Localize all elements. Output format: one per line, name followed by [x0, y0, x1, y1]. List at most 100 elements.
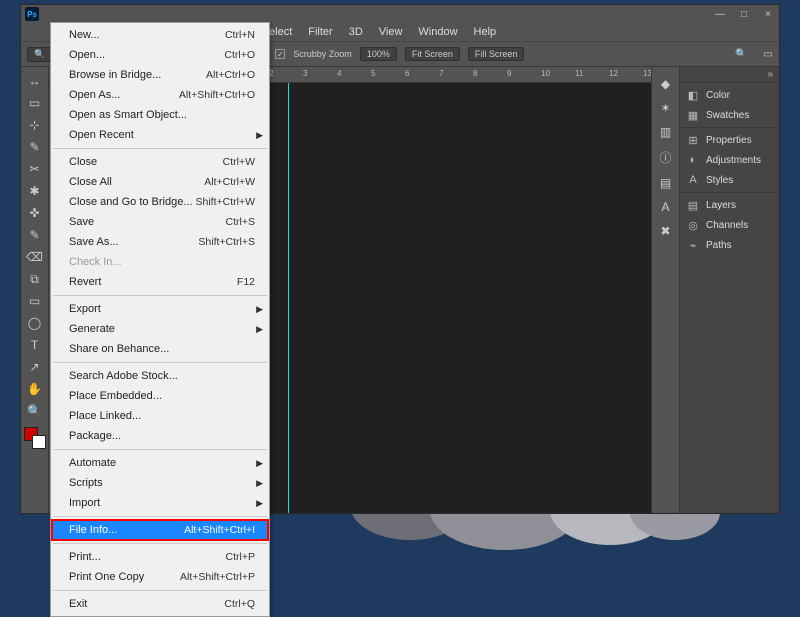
- zoom-pct-button[interactable]: 100%: [360, 47, 397, 61]
- menu-item-revert[interactable]: RevertF12: [51, 272, 269, 292]
- rail-icon-0[interactable]: ◆: [661, 77, 670, 91]
- menu-item-file-info[interactable]: File Info...Alt+Shift+Ctrl+I: [51, 520, 269, 540]
- menu-item-place-linked[interactable]: Place Linked...: [51, 406, 269, 426]
- menu-help[interactable]: Help: [466, 24, 505, 40]
- menu-item-close-and-go-to-bridge[interactable]: Close and Go to Bridge...Shift+Ctrl+W: [51, 192, 269, 212]
- menu-view[interactable]: View: [371, 24, 411, 40]
- menu-item-open-as[interactable]: Open As...Alt+Shift+Ctrl+O: [51, 85, 269, 105]
- menu-item-automate[interactable]: Automate▶: [51, 453, 269, 473]
- menu-item-browse-in-bridge[interactable]: Browse in Bridge...Alt+Ctrl+O: [51, 65, 269, 85]
- layers-icon: ▤: [686, 198, 700, 212]
- menu-item-open[interactable]: Open...Ctrl+O: [51, 45, 269, 65]
- menu-item-share-on-behance[interactable]: Share on Behance...: [51, 339, 269, 359]
- menu-separator: [53, 543, 267, 544]
- tool-8[interactable]: ⌫: [24, 247, 46, 267]
- panel-channels[interactable]: ◎Channels: [680, 215, 779, 235]
- background-color[interactable]: [32, 435, 46, 449]
- tool-14[interactable]: ✋: [24, 379, 46, 399]
- menu-filter[interactable]: Filter: [300, 24, 340, 40]
- ruler-mark: 5: [371, 69, 375, 78]
- menu-item-shortcut: Alt+Shift+Ctrl+O: [179, 88, 255, 102]
- tool-2[interactable]: ⊹: [24, 115, 46, 135]
- fill-screen-button[interactable]: Fill Screen: [468, 47, 525, 61]
- panel-label: Swatches: [706, 110, 749, 121]
- menu-item-label: Check In...: [69, 255, 255, 269]
- tool-4[interactable]: ✂: [24, 159, 46, 179]
- rail-icon-5[interactable]: A: [661, 200, 669, 214]
- titlebar: Ps — □ ×: [21, 5, 779, 23]
- color-chips[interactable]: [24, 427, 46, 449]
- menu-item-place-embedded[interactable]: Place Embedded...: [51, 386, 269, 406]
- menu-item-save[interactable]: SaveCtrl+S: [51, 212, 269, 232]
- rail-icon-4[interactable]: ▤: [660, 176, 671, 190]
- tool-7[interactable]: ✎: [24, 225, 46, 245]
- panel-color[interactable]: ◧Color: [680, 85, 779, 105]
- tool-9[interactable]: ⧉: [24, 269, 46, 289]
- panel-layers[interactable]: ▤Layers: [680, 195, 779, 215]
- menu-item-label: Package...: [69, 429, 255, 443]
- tool-10[interactable]: ▭: [24, 291, 46, 311]
- close-button[interactable]: ×: [761, 9, 775, 20]
- menu-item-export[interactable]: Export▶: [51, 299, 269, 319]
- panel-group-layers: ▤Layers◎Channels⌁Paths: [680, 192, 779, 257]
- panel-properties[interactable]: ⊞Properties: [680, 130, 779, 150]
- menu-item-search-adobe-stock[interactable]: Search Adobe Stock...: [51, 366, 269, 386]
- panel-adjustments[interactable]: ◐Adjustments: [680, 150, 779, 170]
- tool-15[interactable]: 🔍: [24, 401, 46, 421]
- menu-item-label: Share on Behance...: [69, 342, 255, 356]
- tool-1[interactable]: ▭: [24, 93, 46, 113]
- menu-item-close-all[interactable]: Close AllAlt+Ctrl+W: [51, 172, 269, 192]
- menu-item-import[interactable]: Import▶: [51, 493, 269, 513]
- rail-icon-1[interactable]: ✶: [660, 101, 670, 115]
- window-controls: — □ ×: [713, 9, 775, 20]
- rail-icon-3[interactable]: ⓘ: [659, 149, 671, 166]
- menu-item-label: File Info...: [69, 523, 184, 537]
- tool-5[interactable]: ✱: [24, 181, 46, 201]
- menu-item-label: Open...: [69, 48, 224, 62]
- menu-item-save-as[interactable]: Save As...Shift+Ctrl+S: [51, 232, 269, 252]
- menu-separator: [53, 590, 267, 591]
- search-icon[interactable]: 🔍: [735, 49, 747, 60]
- collapse-panels-icon[interactable]: »: [761, 67, 779, 82]
- tool-11[interactable]: ◯: [24, 313, 46, 333]
- app-logo: Ps: [25, 7, 39, 21]
- panel-label: Adjustments: [706, 155, 761, 166]
- maximize-button[interactable]: □: [737, 9, 751, 20]
- panel-styles[interactable]: AStyles: [680, 170, 779, 190]
- workspace-icon[interactable]: ▭: [764, 49, 773, 60]
- current-tool-icon[interactable]: 🔍: [27, 47, 52, 62]
- menu-3d[interactable]: 3D: [341, 24, 371, 40]
- rail-icon-2[interactable]: ▥: [660, 125, 671, 139]
- tool-0[interactable]: ↔: [24, 71, 46, 91]
- menu-window[interactable]: Window: [410, 24, 465, 40]
- rail-icon-6[interactable]: ✖: [660, 224, 670, 238]
- tool-6[interactable]: ✜: [24, 203, 46, 223]
- panel-swatches[interactable]: ▦Swatches: [680, 105, 779, 125]
- menu-item-close[interactable]: CloseCtrl+W: [51, 152, 269, 172]
- menu-item-print[interactable]: Print...Ctrl+P: [51, 547, 269, 567]
- tools-panel: ↔▭⊹✎✂✱✜✎⌫⧉▭◯T↗✋🔍: [21, 67, 49, 513]
- tool-3[interactable]: ✎: [24, 137, 46, 157]
- menu-separator: [53, 362, 267, 363]
- scrubby-zoom-checkbox[interactable]: ✓: [275, 49, 285, 59]
- menu-item-exit[interactable]: ExitCtrl+Q: [51, 594, 269, 614]
- guide-vertical[interactable]: [288, 83, 289, 513]
- submenu-arrow-icon: ▶: [256, 302, 263, 316]
- menu-item-print-one-copy[interactable]: Print One CopyAlt+Shift+Ctrl+P: [51, 567, 269, 587]
- tool-12[interactable]: T: [24, 335, 46, 355]
- menu-item-label: Open Recent: [69, 128, 255, 142]
- panel-paths[interactable]: ⌁Paths: [680, 235, 779, 255]
- minimize-button[interactable]: —: [713, 9, 727, 20]
- tool-13[interactable]: ↗: [24, 357, 46, 377]
- menu-item-label: Place Embedded...: [69, 389, 255, 403]
- fit-screen-button[interactable]: Fit Screen: [405, 47, 460, 61]
- menu-item-open-as-smart-object[interactable]: Open as Smart Object...: [51, 105, 269, 125]
- menu-item-generate[interactable]: Generate▶: [51, 319, 269, 339]
- menu-item-package[interactable]: Package...: [51, 426, 269, 446]
- ruler-mark: 10: [541, 69, 550, 78]
- menu-item-open-recent[interactable]: Open Recent▶: [51, 125, 269, 145]
- menu-item-shortcut: Ctrl+N: [225, 28, 255, 42]
- menu-item-scripts[interactable]: Scripts▶: [51, 473, 269, 493]
- menu-item-shortcut: Alt+Ctrl+W: [204, 175, 255, 189]
- menu-item-new[interactable]: New...Ctrl+N: [51, 25, 269, 45]
